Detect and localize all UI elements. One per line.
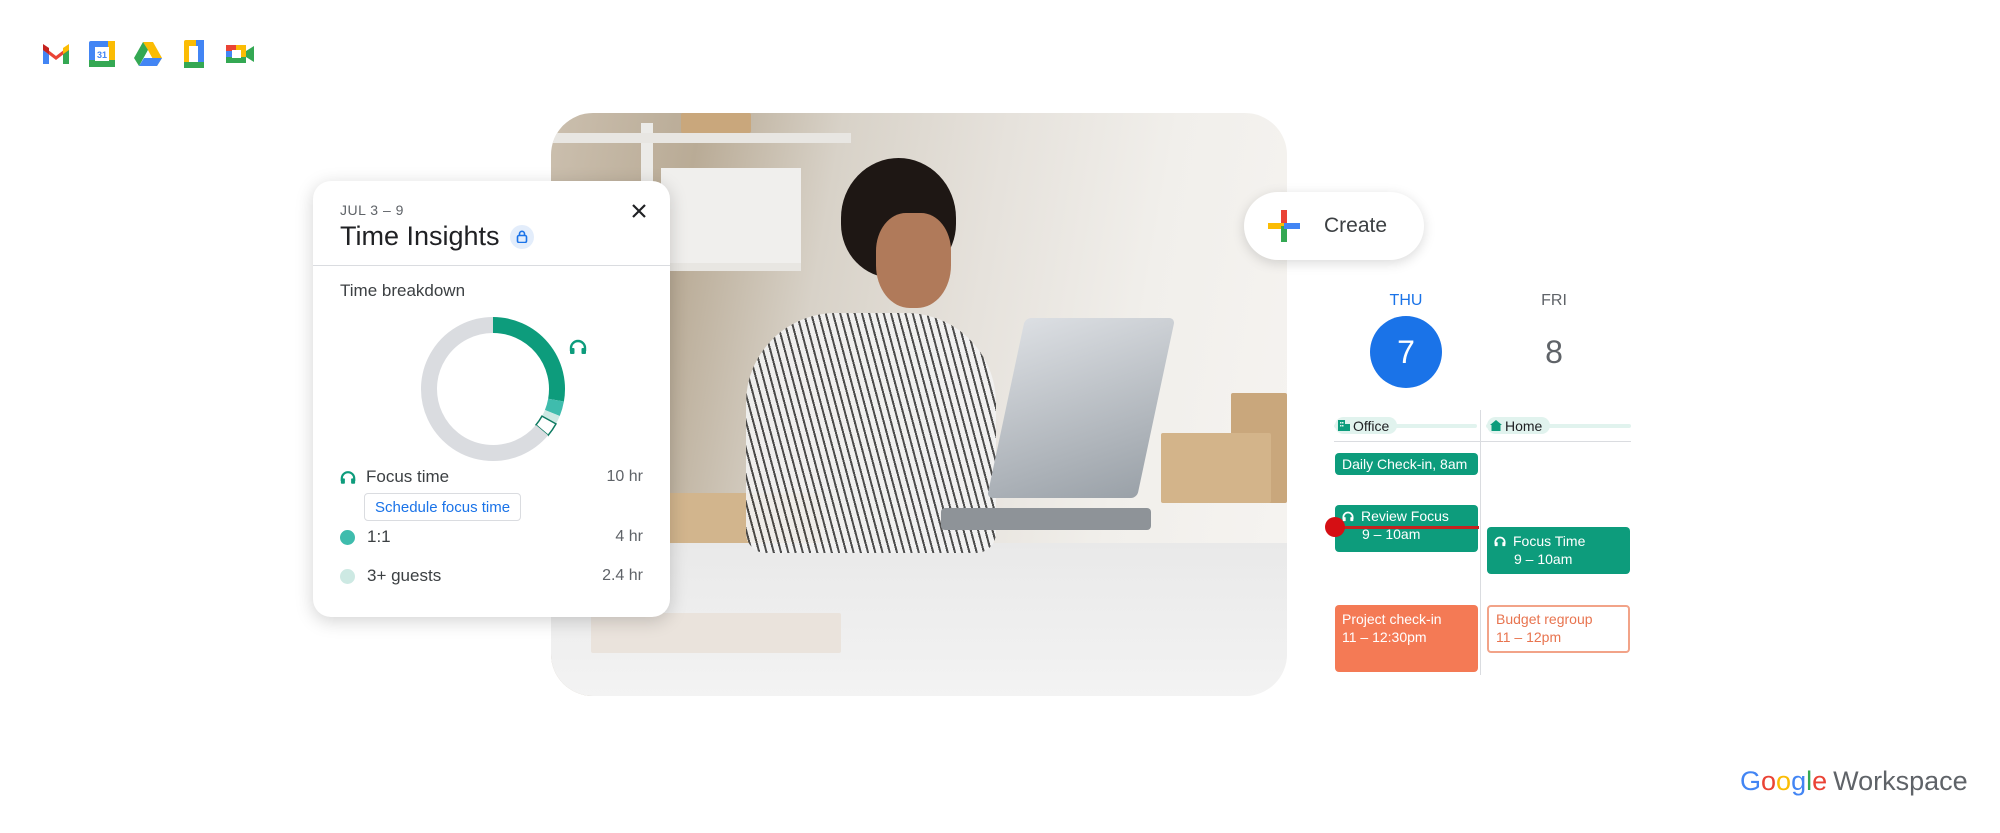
gmail-icon — [40, 38, 72, 70]
plus-icon — [1266, 208, 1302, 244]
legend-value: 4 hr — [615, 528, 643, 545]
svg-text:31: 31 — [97, 50, 107, 60]
workspace-wordmark: Workspace — [1833, 766, 1968, 796]
lock-icon — [509, 224, 534, 249]
app-icons-row: 31 — [40, 38, 256, 70]
headphones-icon — [1494, 536, 1506, 547]
event-title: Review Focus — [1361, 508, 1449, 524]
legend-label: Focus time — [366, 467, 450, 486]
legend-label: 1:1 — [367, 527, 391, 546]
building-icon — [1338, 420, 1350, 431]
create-label: Create — [1324, 214, 1388, 237]
google-wordmark: Google — [1740, 766, 1827, 797]
time-breakdown-donut — [421, 317, 565, 461]
day-number-fri[interactable]: 8 — [1518, 316, 1590, 388]
google-letter: e — [1812, 766, 1828, 796]
donut-slice-1-1 — [544, 398, 564, 416]
day-name-thu: THU — [1389, 292, 1423, 309]
location-chip-home[interactable]: Home — [1487, 417, 1551, 434]
docs-icon — [178, 38, 210, 70]
schedule-focus-time-button[interactable]: Schedule focus time — [364, 493, 522, 521]
calendar-icon: 31 — [86, 38, 118, 70]
event-focus-time[interactable]: Focus Time 9 – 10am — [1487, 527, 1630, 574]
event-time: 11 – 12:30pm — [1342, 629, 1427, 645]
event-title: Project check-in — [1342, 611, 1442, 627]
date-range: JUL 3 – 9 — [340, 202, 404, 218]
event-project-checkin[interactable]: Project check-in 11 – 12:30pm — [1335, 605, 1478, 672]
current-time-dot — [1325, 517, 1345, 537]
day-column-divider — [1480, 410, 1481, 675]
close-icon[interactable] — [627, 199, 651, 223]
legend-three-plus-guests: 3+ guests 2.4 hr — [340, 566, 643, 586]
legend-focus-time: Focus time 10 hr — [340, 467, 643, 487]
donut-slice-other-outlined- — [535, 415, 556, 436]
donut-slice-3-guests — [541, 409, 560, 424]
card-title: Time Insights — [340, 221, 534, 252]
event-time: 11 – 12pm — [1496, 629, 1562, 645]
event-budget-regroup[interactable]: Budget regroup 11 – 12pm — [1487, 605, 1630, 653]
legend-dot — [340, 529, 355, 545]
section-title: Time breakdown — [340, 281, 466, 300]
legend-value: 10 hr — [606, 468, 643, 485]
google-letter: G — [1740, 766, 1762, 796]
meet-icon — [224, 38, 256, 70]
day-name-fri: FRI — [1541, 292, 1567, 309]
current-time-line — [1334, 526, 1479, 529]
legend-one-on-one: 1:1 4 hr — [340, 527, 643, 547]
legend-label: 3+ guests — [367, 566, 442, 585]
headphones-icon — [340, 470, 356, 485]
headphones-icon — [1342, 511, 1354, 522]
legend-value: 2.4 hr — [602, 567, 643, 584]
divider — [313, 265, 670, 266]
event-title: Budget regroup — [1496, 611, 1593, 627]
create-button[interactable]: Create — [1244, 192, 1424, 260]
donut-slice-focus-time — [492, 317, 565, 402]
donut-slice-remaining — [421, 317, 549, 461]
google-letter: g — [1791, 766, 1807, 796]
google-letter: o — [1761, 766, 1777, 796]
home-icon — [1490, 420, 1502, 431]
location-label: Office — [1353, 417, 1390, 434]
all-day-divider — [1334, 441, 1631, 442]
day-number-today[interactable]: 7 — [1370, 316, 1442, 388]
event-time: 9 – 10am — [1514, 551, 1573, 567]
headphones-icon — [569, 339, 587, 360]
card-title-text: Time Insights — [340, 221, 500, 251]
google-letter: o — [1776, 766, 1792, 796]
google-workspace-logo: Google Workspace — [1740, 766, 1968, 797]
location-label: Home — [1505, 417, 1543, 434]
event-title: Focus Time — [1513, 533, 1586, 549]
legend-dot — [340, 568, 355, 584]
location-chip-office[interactable]: Office — [1335, 417, 1398, 434]
time-insights-card: JUL 3 – 9 Time Insights Time breakdown F… — [313, 181, 670, 617]
drive-icon — [132, 38, 164, 70]
event-daily-checkin[interactable]: Daily Check-in, 8am — [1335, 453, 1478, 475]
